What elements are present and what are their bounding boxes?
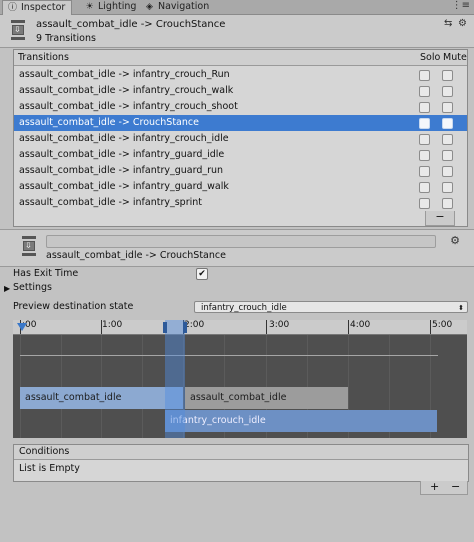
tab-bar: ⓘ Inspector ☀ Lighting ◈ Navigation ⋮≡ <box>0 0 474 15</box>
conditions-list: Conditions List is Empty <box>13 444 469 482</box>
transition-row[interactable]: assault_combat_idle -> infantry_crouch_w… <box>14 83 467 99</box>
mute-checkbox[interactable] <box>442 102 453 113</box>
conditions-footer: + − <box>420 481 468 495</box>
transition-detail-title: assault_combat_idle -> CrouchStance <box>46 250 226 261</box>
transition-start-handle[interactable] <box>163 322 167 333</box>
transition-timeline[interactable]: :00 1:00 2:00 3:00 4:00 5:00 assault_com… <box>13 320 467 438</box>
transition-row[interactable]: assault_combat_idle -> infantry_guard_id… <box>14 147 467 163</box>
source-clip-after[interactable]: assault_combat_idle <box>185 387 348 409</box>
solo-checkbox[interactable] <box>419 198 430 209</box>
solo-column-label: Solo <box>420 52 441 63</box>
mute-checkbox[interactable] <box>442 166 453 177</box>
transitions-header-label: Transitions <box>18 52 69 63</box>
compass-icon: ◈ <box>146 2 153 12</box>
transition-row-label: assault_combat_idle -> infantry_guard_id… <box>19 149 225 160</box>
solo-checkbox[interactable] <box>419 118 430 129</box>
transition-row[interactable]: assault_combat_idle -> infantry_guard_ru… <box>14 163 467 179</box>
preview-destination-label: Preview destination state <box>13 301 134 312</box>
transition-row-label: assault_combat_idle -> infantry_crouch_s… <box>19 101 238 112</box>
transition-row-label: assault_combat_idle -> infantry_crouch_i… <box>19 133 229 144</box>
preset-icon[interactable]: ⇆ <box>444 18 452 29</box>
solo-checkbox[interactable] <box>419 86 430 97</box>
settings-foldout-label[interactable]: Settings <box>13 282 52 293</box>
transition-row-label: assault_combat_idle -> infantry_guard_ru… <box>19 165 224 176</box>
time-label: 1:00 <box>102 320 123 330</box>
panel-menu-icon[interactable]: ⋮≡ <box>452 0 470 11</box>
transition-name-field[interactable] <box>46 235 436 248</box>
source-clip[interactable]: assault_combat_idle <box>20 387 183 409</box>
solo-checkbox[interactable] <box>419 134 430 145</box>
transitions-list: Transitions Solo Mute assault_combat_idl… <box>13 49 468 227</box>
tab-navigation[interactable]: ◈ Navigation <box>140 0 215 14</box>
transition-row[interactable]: assault_combat_idle -> infantry_sprint <box>14 195 467 211</box>
conditions-empty-text: List is Empty <box>19 463 80 474</box>
playhead-marker[interactable] <box>17 323 27 331</box>
transitions-list-header: Transitions Solo Mute <box>14 50 467 66</box>
tab-inspector[interactable]: ⓘ Inspector <box>2 0 73 15</box>
mute-column-label: Mute <box>443 52 467 63</box>
header-subtitle: 9 Transitions <box>36 33 96 44</box>
remove-transition-button[interactable]: − <box>425 211 455 226</box>
transition-icon: ⇩ <box>11 20 25 40</box>
transition-row[interactable]: assault_combat_idle -> infantry_crouch_s… <box>14 99 467 115</box>
has-exit-time-label: Has Exit Time <box>13 268 79 279</box>
destination-clip[interactable]: infantry_crouch_idle <box>165 410 437 432</box>
time-label: 2:00 <box>184 320 205 330</box>
mute-checkbox[interactable] <box>442 86 453 97</box>
time-label: 4:00 <box>350 320 371 330</box>
solo-checkbox[interactable] <box>419 182 430 193</box>
dropdown-arrow-icon: ⬍ <box>458 304 464 312</box>
conditions-header-label: Conditions <box>19 446 70 457</box>
timeline-ruler[interactable]: :00 1:00 2:00 3:00 4:00 5:00 <box>13 320 467 335</box>
header-title: assault_combat_idle -> CrouchStance <box>36 19 226 30</box>
mute-checkbox[interactable] <box>442 118 453 129</box>
transition-row[interactable]: assault_combat_idle -> infantry_crouch_i… <box>14 131 467 147</box>
remove-condition-button[interactable]: − <box>451 481 460 492</box>
settings-foldout-icon[interactable]: ▶ <box>4 284 10 293</box>
solo-checkbox[interactable] <box>419 150 430 161</box>
mute-checkbox[interactable] <box>442 134 453 145</box>
transition-row-label: assault_combat_idle -> infantry_crouch_w… <box>19 85 234 96</box>
mute-checkbox[interactable] <box>442 182 453 193</box>
add-condition-button[interactable]: + <box>430 481 439 492</box>
transition-row[interactable]: assault_combat_idle -> CrouchStance <box>14 115 467 131</box>
conditions-header: Conditions <box>14 445 468 460</box>
time-label: 5:00 <box>432 320 453 330</box>
transition-end-handle[interactable] <box>183 322 187 333</box>
timeline-track-line <box>20 355 438 356</box>
solo-checkbox[interactable] <box>419 102 430 113</box>
transition-row[interactable]: assault_combat_idle -> infantry_crouch_R… <box>14 67 467 83</box>
gear-icon[interactable]: ⚙ <box>458 18 467 29</box>
mute-checkbox[interactable] <box>442 70 453 81</box>
time-label: 3:00 <box>269 320 290 330</box>
transition-row[interactable]: assault_combat_idle -> infantry_guard_wa… <box>14 179 467 195</box>
mute-checkbox[interactable] <box>442 198 453 209</box>
transition-row-label: assault_combat_idle -> infantry_guard_wa… <box>19 181 229 192</box>
lightbulb-icon: ☀ <box>85 2 94 12</box>
transition-detail-icon: ⇩ <box>22 236 36 256</box>
preview-destination-value: infantry_crouch_idle <box>201 303 287 313</box>
has-exit-time-checkbox[interactable]: ✔ <box>196 268 208 280</box>
detail-gear-icon[interactable]: ⚙ <box>450 234 460 247</box>
transition-blend-region[interactable] <box>165 320 185 438</box>
mute-checkbox[interactable] <box>442 150 453 161</box>
solo-checkbox[interactable] <box>419 166 430 177</box>
transition-row-label: assault_combat_idle -> infantry_sprint <box>19 197 202 208</box>
transition-row-label: assault_combat_idle -> CrouchStance <box>19 117 199 128</box>
transition-row-label: assault_combat_idle -> infantry_crouch_R… <box>19 69 230 80</box>
solo-checkbox[interactable] <box>419 70 430 81</box>
info-icon: ⓘ <box>7 3 17 13</box>
tab-lighting[interactable]: ☀ Lighting <box>80 0 142 14</box>
preview-destination-dropdown[interactable]: infantry_crouch_idle ⬍ <box>194 301 468 313</box>
